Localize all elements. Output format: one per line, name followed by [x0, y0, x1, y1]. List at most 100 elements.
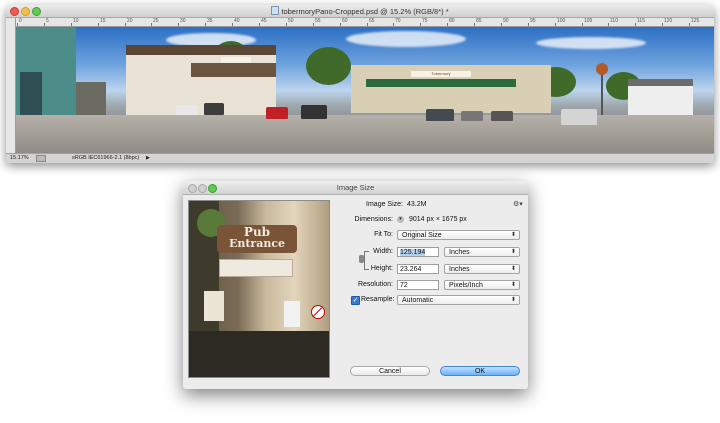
ruler-label: 90 [503, 18, 509, 24]
ruler-tick [393, 23, 394, 26]
document-titlebar[interactable]: tobermoryPano-Cropped.psd @ 15.2% (RGB/8… [6, 5, 714, 18]
tudor-building [126, 45, 276, 115]
street [16, 115, 714, 154]
ruler-tick [582, 23, 583, 26]
ruler-tick [205, 23, 206, 26]
width-value: 125.194 [400, 249, 426, 256]
resample-checkbox[interactable]: ✓ [351, 296, 360, 305]
ruler-tick [125, 23, 126, 26]
image-size-value: 43.2M [407, 201, 427, 208]
shop-sign: Tobermory [411, 71, 471, 77]
white-house-roof [628, 79, 693, 86]
ruler-label: 65 [369, 18, 375, 24]
height-value: 23.264 [400, 266, 422, 273]
ruler-tick [662, 23, 663, 26]
ruler-tick [232, 23, 233, 26]
ruler-label: 0 [19, 18, 22, 24]
cloud [346, 31, 466, 47]
height-label: Height: [370, 265, 393, 272]
ruler-tick [555, 23, 556, 26]
preview-poster [284, 301, 300, 327]
chevron-circle-icon[interactable]: ▾ [397, 216, 404, 223]
zoom-readout[interactable]: 15.17% [10, 155, 29, 161]
ruler-label: 70 [395, 18, 401, 24]
ruler-tick [608, 23, 609, 26]
round-sign [596, 63, 608, 75]
dialog-title: Image Size [336, 183, 375, 192]
status-bar: 15.17% sRGB IEC61966-2.1 (8bpc) ▶ [6, 153, 714, 163]
ruler-tick [71, 23, 72, 26]
car [176, 105, 198, 115]
updown-arrows-icon: ⬍ [510, 266, 516, 272]
resample-select[interactable]: Automatic ⬍ [397, 295, 520, 305]
dimensions-value: 9014 px × 1675 px [409, 216, 467, 223]
ruler-tick [17, 23, 18, 26]
height-unit: Inches [449, 266, 470, 273]
ruler-label: 40 [234, 18, 240, 24]
cloud [536, 37, 646, 49]
horizontal-ruler[interactable]: 0 5 10 15 20 25 30 35 40 45 50 55 60 65 70 75 80 85 90 95 10… [15, 18, 714, 27]
fit-to-label: Fit To: [374, 231, 393, 238]
resolution-input[interactable]: 72 [397, 280, 439, 290]
ruler-label: 5 [46, 18, 49, 24]
ruler-label: 80 [449, 18, 455, 24]
document-canvas[interactable]: Tobermory [16, 27, 714, 154]
image-size-label: Image Size: [366, 201, 403, 208]
updown-arrows-icon: ⬍ [510, 232, 516, 238]
preview-notice [204, 291, 224, 321]
ruler-label: 35 [207, 18, 213, 24]
tudor-balcony [191, 63, 276, 77]
document-title: tobermoryPano-Cropped.psd @ 15.2% (RGB/8… [6, 6, 714, 16]
triangle-right-icon[interactable]: ▶ [146, 155, 150, 161]
resolution-unit-select[interactable]: Pixels/Inch ⬍ [444, 280, 520, 290]
green-awnings [366, 79, 516, 87]
resample-label: Resample: [361, 296, 395, 303]
width-unit: Inches [449, 249, 470, 256]
pub-entrance-sign: Pub Entrance [217, 225, 297, 253]
ruler-label: 115 [637, 18, 645, 24]
fit-to-value: Original Size [402, 232, 442, 239]
height-unit-select[interactable]: Inches ⬍ [444, 264, 520, 274]
ruler-tick [689, 23, 690, 26]
preview-banner [219, 259, 293, 277]
ruler-tick [286, 23, 287, 26]
image-preview[interactable]: Pub Entrance [188, 200, 330, 378]
ruler-tick [420, 23, 421, 26]
ruler-tick [44, 23, 45, 26]
width-unit-select[interactable]: Inches ⬍ [444, 247, 520, 257]
ruler-label: 125 [691, 18, 700, 24]
ruler-label: 10 [73, 18, 79, 24]
fit-to-select[interactable]: Original Size ⬍ [397, 230, 520, 240]
link-icon[interactable] [359, 255, 364, 263]
cancel-button[interactable]: Cancel [350, 366, 430, 376]
pub-sign-line2: Entrance [228, 237, 286, 250]
sign-pole [601, 75, 603, 120]
car [426, 109, 454, 121]
car [266, 107, 288, 119]
updown-arrows-icon: ⬍ [510, 282, 516, 288]
ruler-label: 95 [530, 18, 536, 24]
ruler-label: 105 [584, 18, 593, 24]
ruler-label: 85 [476, 18, 482, 24]
height-input[interactable]: 23.264 [397, 264, 439, 274]
pickup-truck [561, 109, 597, 125]
ruler-label: 25 [153, 18, 159, 24]
ruler-label: 45 [261, 18, 267, 24]
ok-button[interactable]: OK [440, 366, 520, 376]
car [491, 111, 513, 121]
ruler-label: 50 [288, 18, 294, 24]
zoom-field-icon[interactable] [36, 155, 46, 162]
ruler-label: 100 [557, 18, 566, 24]
vertical-ruler[interactable] [6, 18, 16, 155]
ruler-label: 60 [342, 18, 348, 24]
updown-arrows-icon: ⬍ [510, 297, 516, 303]
gear-icon[interactable]: ⚙▾ [513, 200, 523, 208]
ruler-tick [340, 23, 341, 26]
ruler-label: 75 [422, 18, 428, 24]
ruler-tick [635, 23, 636, 26]
resolution-unit: Pixels/Inch [449, 282, 483, 289]
ruler-tick [501, 23, 502, 26]
width-input[interactable]: 125.194 [397, 247, 439, 257]
resample-value: Automatic [402, 297, 434, 304]
dialog-titlebar[interactable]: Image Size [183, 181, 528, 195]
